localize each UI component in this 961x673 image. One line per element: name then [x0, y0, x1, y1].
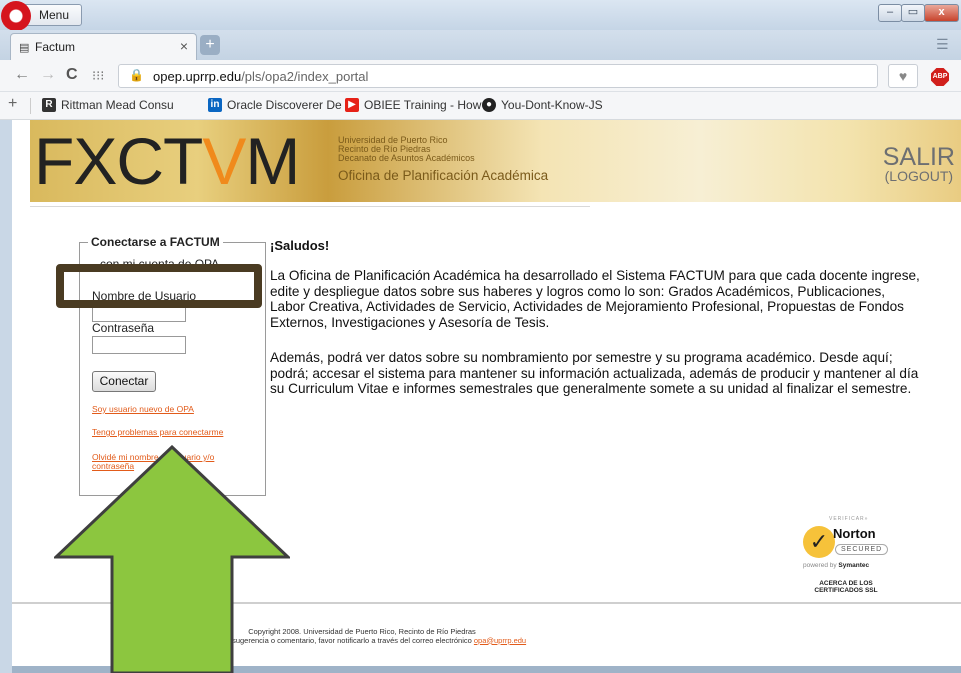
bookmark-you-dont-know-js[interactable]: ● You-Dont-Know-JS	[482, 98, 603, 112]
adblock-plus-icon[interactable]: ABP	[931, 68, 949, 86]
bookmark-oracle-discoverer[interactable]: in Oracle Discoverer De	[208, 98, 342, 112]
minimize-button[interactable]: –	[878, 4, 902, 22]
divider	[30, 206, 590, 207]
menu-label: Menu	[39, 8, 70, 22]
window-titlebar: Menu – ▭ x	[0, 0, 961, 31]
rittman-icon: R	[42, 98, 56, 112]
new-tab-button[interactable]: +	[200, 35, 220, 55]
bookmarks-separator	[30, 98, 31, 114]
password-label: Contraseña	[92, 321, 155, 335]
close-window-button[interactable]: x	[924, 4, 959, 22]
tab-menu-icon[interactable]: ☰	[936, 36, 949, 53]
forward-arrow-icon[interactable]: →	[40, 66, 56, 84]
bookmark-label: Oracle Discoverer De	[227, 98, 342, 112]
url-text: opep.uprrp.edu/pls/opa2/index_portal	[153, 69, 369, 84]
speed-dial-icon[interactable]: ⁝⁝⁝	[92, 68, 104, 84]
youtube-icon: ▶	[345, 98, 359, 112]
norton-name: Norton	[833, 526, 876, 541]
norton-secured-label: SECURED	[835, 544, 889, 555]
university-subheading: Universidad de Puerto Rico Recinto de Rí…	[338, 135, 475, 163]
new-user-link[interactable]: Soy usuario nuevo de OPA	[92, 405, 194, 414]
greeting-heading: ¡Saludos!	[270, 238, 330, 253]
norton-seal[interactable]: VERIFICAR» ✓ Norton SECURED powered by S…	[797, 510, 917, 600]
address-toolbar: ← → C ⁝⁝⁝ 🔒 opep.uprrp.edu/pls/opa2/inde…	[0, 60, 961, 92]
annotation-up-arrow-icon	[54, 445, 290, 673]
bookmark-obiee-training[interactable]: ▶ OBIEE Training - How	[345, 98, 481, 112]
tab-title: Factum	[35, 40, 76, 54]
factum-banner: FXCTVM Universidad de Puerto Rico Recint…	[30, 120, 961, 202]
norton-powered-by: powered by Symantec	[803, 562, 870, 569]
back-arrow-icon[interactable]: ←	[14, 66, 30, 84]
bookmark-heart-icon[interactable]: ♥	[888, 64, 918, 88]
contact-email-link[interactable]: opa@uprrp.edu	[474, 636, 526, 645]
password-field[interactable]	[92, 336, 186, 354]
maximize-button[interactable]: ▭	[901, 4, 925, 22]
lock-icon: 🔒	[129, 68, 144, 82]
logout-link[interactable]: SALIR (LOGOUT)	[883, 145, 955, 185]
norton-verify-label: VERIFICAR»	[829, 516, 869, 522]
connect-button[interactable]: Conectar	[92, 371, 156, 392]
bookmark-label: You-Dont-Know-JS	[501, 98, 603, 112]
connection-problems-link[interactable]: Tengo problemas para conectarme	[92, 428, 223, 437]
reload-icon[interactable]: C	[66, 66, 78, 84]
bookmark-label: Rittman Mead Consu	[61, 98, 174, 112]
tab-close-icon[interactable]: ×	[180, 38, 188, 54]
checkmark-icon: ✓	[803, 526, 835, 558]
github-icon: ●	[482, 98, 496, 112]
address-bar[interactable]: 🔒 opep.uprrp.edu/pls/opa2/index_portal	[118, 64, 878, 88]
opera-logo-icon	[1, 1, 31, 31]
linkedin-icon: in	[208, 98, 222, 112]
factum-logo: FXCTVM	[34, 124, 300, 198]
annotation-highlight-box	[56, 264, 262, 308]
opera-menu-button[interactable]: Menu	[1, 1, 82, 31]
add-bookmark-icon[interactable]: +	[8, 95, 17, 113]
ssl-certificates-link[interactable]: ACERCA DE LOS CERTIFICADOS SSL	[811, 580, 881, 594]
tab-strip: ▤ Factum × + ☰	[0, 30, 961, 60]
bookmarks-bar: + R Rittman Mead Consu in Oracle Discove…	[0, 92, 961, 120]
page-favicon-icon: ▤	[19, 42, 30, 54]
login-legend: Conectarse a FACTUM	[88, 235, 223, 249]
intro-paragraph: La Oficina de Planificación Académica ha…	[270, 268, 920, 330]
details-paragraph: Además, podrá ver datos sobre su nombram…	[270, 350, 919, 396]
tab-factum[interactable]: ▤ Factum ×	[10, 33, 197, 60]
bookmark-label: OBIEE Training - How	[364, 98, 482, 112]
bookmark-rittman[interactable]: R Rittman Mead Consu	[42, 98, 174, 112]
office-name: Oficina de Planificación Académica	[338, 168, 549, 183]
